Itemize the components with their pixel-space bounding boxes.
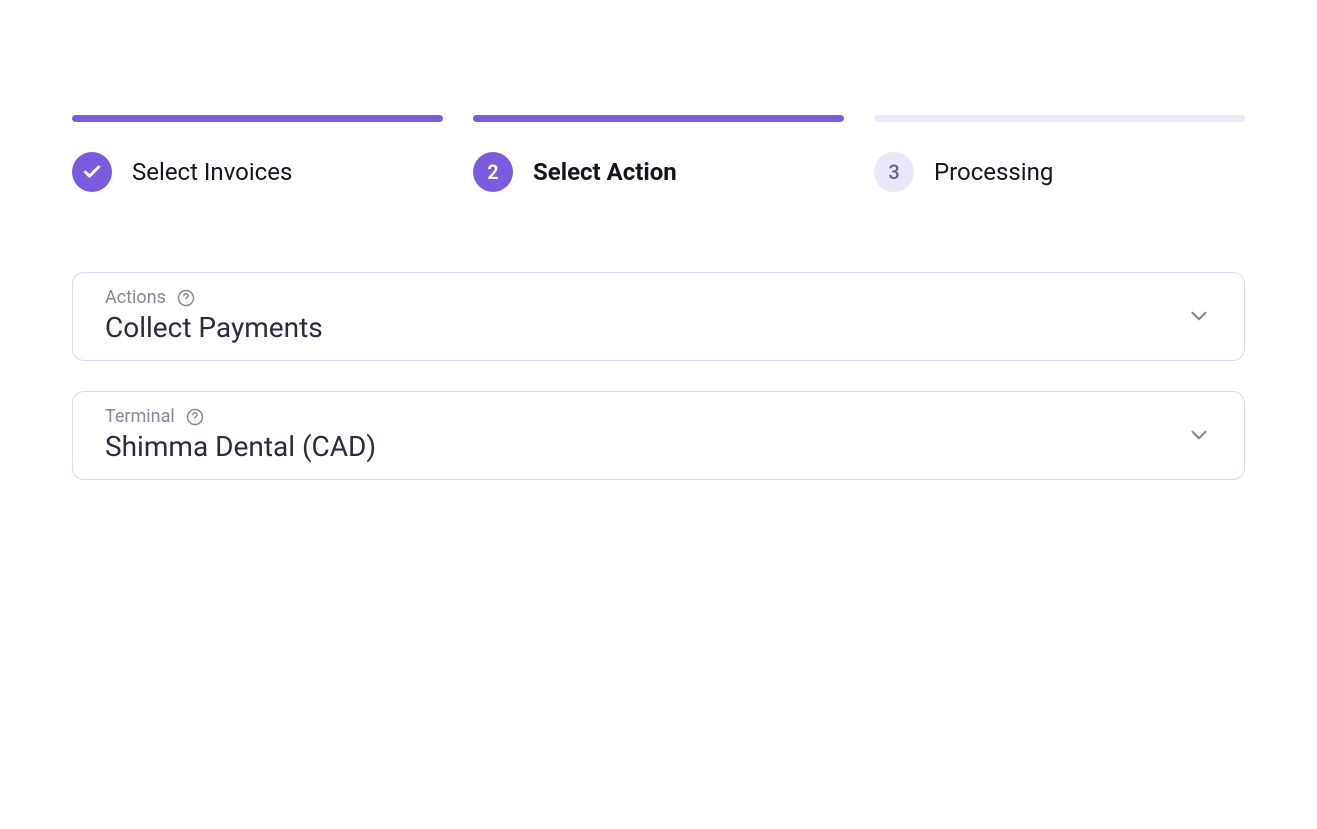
chevron-down-icon xyxy=(1186,422,1212,448)
step-label-3: Processing xyxy=(934,158,1053,186)
form-area: Actions Collect Payments xyxy=(72,272,1245,480)
step-label-1: Select Invoices xyxy=(132,158,292,186)
terminal-label-row: Terminal xyxy=(105,406,376,427)
step-row-3: 3 Processing xyxy=(874,152,1245,192)
step-indicator-2: 2 xyxy=(473,152,513,192)
help-icon[interactable] xyxy=(185,407,205,427)
help-icon[interactable] xyxy=(176,288,196,308)
step-select-action[interactable]: 2 Select Action xyxy=(473,115,844,192)
step-processing[interactable]: 3 Processing xyxy=(874,115,1245,192)
step-select-invoices[interactable]: Select Invoices xyxy=(72,115,443,192)
step-indicator-3: 3 xyxy=(874,152,914,192)
terminal-select[interactable]: Terminal Shimma Dental (CAD) xyxy=(72,391,1245,480)
terminal-value: Shimma Dental (CAD) xyxy=(105,430,376,463)
step-bar-1 xyxy=(72,115,443,122)
step-number-3: 3 xyxy=(888,160,899,184)
step-indicator-1 xyxy=(72,152,112,192)
actions-label-row: Actions xyxy=(105,287,323,308)
check-icon xyxy=(82,162,102,182)
step-bar-3 xyxy=(874,115,1245,122)
step-bar-2 xyxy=(473,115,844,122)
actions-select-content: Actions Collect Payments xyxy=(105,287,323,344)
stepper: Select Invoices 2 Select Action 3 Proces… xyxy=(72,115,1245,192)
chevron-down-icon xyxy=(1186,303,1212,329)
actions-label: Actions xyxy=(105,287,166,308)
step-row-2: 2 Select Action xyxy=(473,152,844,192)
step-number-2: 2 xyxy=(487,160,498,184)
terminal-select-content: Terminal Shimma Dental (CAD) xyxy=(105,406,376,463)
step-row-1: Select Invoices xyxy=(72,152,443,192)
actions-select[interactable]: Actions Collect Payments xyxy=(72,272,1245,361)
wizard-card: Select Invoices 2 Select Action 3 Proces… xyxy=(0,0,1317,829)
terminal-label: Terminal xyxy=(105,406,175,427)
actions-value: Collect Payments xyxy=(105,311,323,344)
step-label-2: Select Action xyxy=(533,158,677,186)
